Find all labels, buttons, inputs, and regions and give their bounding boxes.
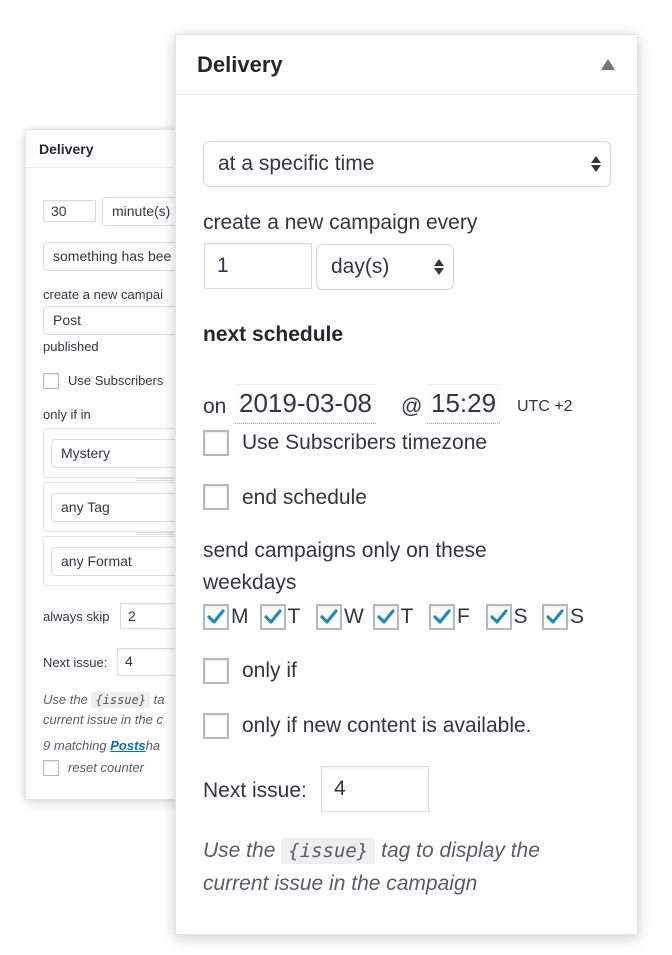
timezone-label: UTC +2 [517,398,573,415]
checkmark-icon [207,609,225,624]
issue-help-line2: current issue in the campaign [203,872,478,895]
use-subscribers-checkbox[interactable] [43,373,59,389]
help-prefix: Use the [43,692,88,707]
weekday-checkbox[interactable] [429,604,455,630]
weekday-3: T [372,604,414,630]
checkmark-icon [433,609,451,624]
weekday-label: S [570,605,585,628]
next-issue-label: Next issue: [203,779,307,802]
use-subscribers-label: Use Subscribers [68,373,164,388]
panel-title: Delivery [39,141,94,157]
issue-help-text: Use the {issue} ta [43,692,165,708]
and-divider [136,478,176,481]
weekday-checkbox[interactable] [203,604,229,630]
end-schedule-label: end schedule [242,486,367,509]
next-schedule-heading: next schedule [203,323,344,346]
always-skip-label: always skip [43,609,110,624]
end-schedule-checkbox[interactable] [203,484,229,510]
weekday-checkboxes: MTWTFSS [203,604,603,632]
weekday-checkbox[interactable] [542,604,568,630]
weekday-checkbox[interactable] [316,604,342,630]
next-issue-input[interactable]: 4 [321,766,429,812]
on-label: on [203,395,227,418]
checkmark-icon [320,609,338,624]
triangle-up-icon[interactable] [601,59,615,70]
delivery-mode-select[interactable]: at a specific time [203,141,611,187]
reset-counter-label: reset counter [68,760,144,775]
weekday-checkbox[interactable] [372,604,399,630]
help-prefix: Use the [203,839,276,862]
interval-value-input[interactable]: 30 [43,200,96,222]
issue-tag-code: {issue} [91,692,151,708]
only-if-new-content-checkbox[interactable] [203,713,229,739]
only-if-label: only if [242,659,297,682]
weekday-5: S [485,604,528,630]
every-value-input[interactable]: 1 [204,243,312,289]
at-label: @ [401,395,423,418]
issue-tag-code: {issue} [281,838,376,864]
only-if-new-content-label: only if new content is available. [242,714,532,737]
checkmark-icon [546,609,564,624]
weekday-label: S [513,605,528,628]
use-subscribers-timezone-checkbox[interactable] [203,430,229,456]
every-unit-value: day(s) [331,255,390,278]
weekday-0: M [203,604,249,630]
use-subscribers-timezone-label: Use Subscribers timezone [242,431,488,454]
create-every-label: create a new campaign every [203,211,478,234]
every-unit-select[interactable]: day(s) [316,244,454,290]
weekdays-label: send campaigns only on these [203,539,487,562]
weekday-label: F [457,605,470,628]
help-suffix: tag to display the [381,839,540,862]
and-divider [136,532,176,535]
weekday-label: W [344,605,364,628]
delivery-mode-value: at a specific time [218,152,375,175]
panel-header: Delivery [176,35,637,95]
matching-count: 9 [43,738,51,753]
weekday-4: F [429,604,470,630]
checkmark-icon [263,609,282,624]
create-campaign-label: create a new campai [43,287,163,302]
weekday-checkbox[interactable] [259,604,286,630]
time-field[interactable]: 15:29 [427,384,501,424]
posts-link[interactable]: Posts [110,738,145,753]
select-arrows-icon [433,257,445,277]
weekday-checkbox[interactable] [485,604,512,630]
weekday-label: T [287,605,301,628]
only-if-in-label: only if in [43,407,91,422]
published-label: published [43,339,99,354]
only-if-checkbox[interactable] [203,658,229,684]
delivery-panel: Delivery at a specific time create a new… [175,34,638,935]
weekday-label: M [231,605,249,628]
weekday-6: S [542,604,584,630]
issue-help-text: Use the {issue} tag to display the [203,834,540,868]
weekday-1: T [259,604,301,630]
reset-counter-checkbox[interactable] [43,760,59,776]
select-arrows-icon [590,154,602,174]
matching-posts-text: 9 matching Postsha [43,738,160,753]
matching-text: matching [53,738,107,753]
weekdays-label-line2: weekdays [203,571,297,594]
checkmark-icon [489,609,508,624]
matching-suffix: ha [145,738,161,753]
weekday-label: T [400,605,414,628]
next-issue-label: Next issue: [43,655,108,670]
weekday-2: W [316,604,364,630]
help-suffix: ta [153,692,165,707]
issue-help-line2: current issue in the c [43,712,163,727]
panel-title: Delivery [197,52,283,77]
checkmark-icon [376,609,395,624]
date-field[interactable]: 2019-03-08 [235,384,376,424]
